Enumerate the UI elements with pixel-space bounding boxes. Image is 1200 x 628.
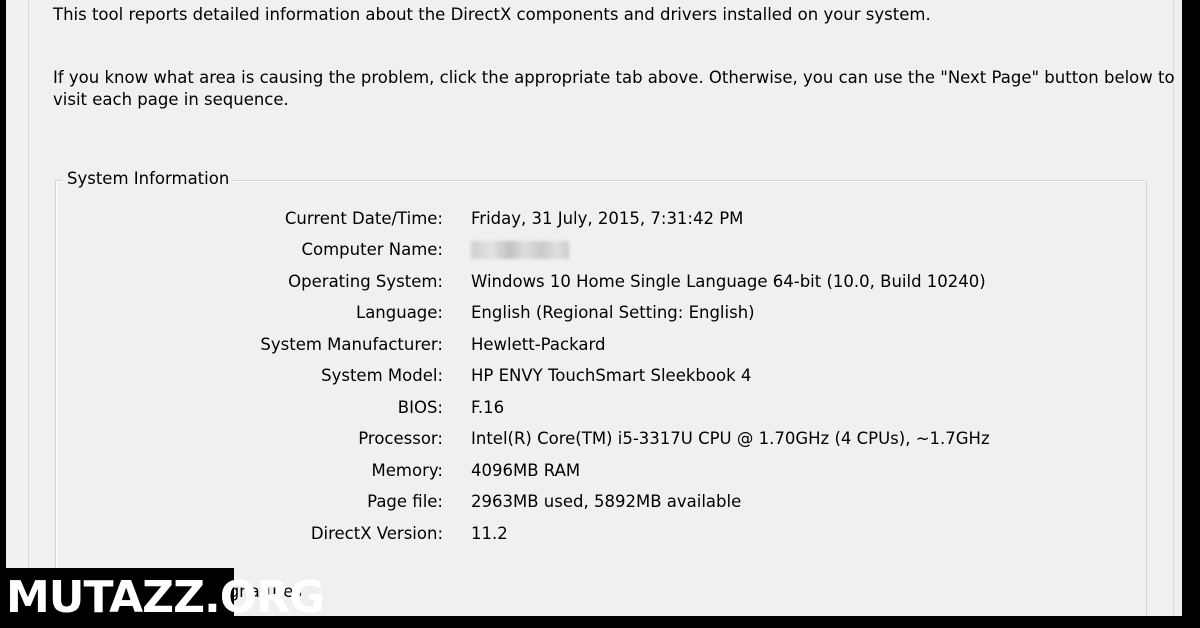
label-operating-system: Operating System: bbox=[288, 272, 443, 291]
label-current-date-time: Current Date/Time: bbox=[284, 209, 443, 228]
row-system-manufacturer: System Manufacturer: Hewlett-Packard bbox=[29, 333, 1129, 357]
row-computer-name: Computer Name: bbox=[29, 238, 1129, 262]
label-computer-name: Computer Name: bbox=[301, 240, 443, 259]
label-processor: Processor: bbox=[358, 429, 443, 448]
label-memory: Memory: bbox=[371, 461, 443, 480]
value-memory: 4096MB RAM bbox=[471, 461, 581, 480]
row-directx-version: DirectX Version: 11.2 bbox=[29, 522, 1129, 546]
row-language: Language: English (Regional Setting: Eng… bbox=[29, 301, 1129, 325]
value-system-model: HP ENVY TouchSmart Sleekbook 4 bbox=[471, 366, 752, 385]
value-language: English (Regional Setting: English) bbox=[471, 303, 755, 322]
instructions-text: If you know what area is causing the pro… bbox=[53, 68, 1175, 87]
blurred-redaction bbox=[471, 241, 569, 259]
dxdiag-window: This tool reports detailed information a… bbox=[6, 0, 1182, 616]
instructions-text-continued: visit each page in sequence. bbox=[53, 90, 289, 109]
label-bios: BIOS: bbox=[397, 398, 443, 417]
value-current-date-time: Friday, 31 July, 2015, 7:31:42 PM bbox=[471, 209, 744, 228]
label-language: Language: bbox=[356, 303, 443, 322]
value-directx-version: 11.2 bbox=[471, 524, 508, 543]
value-page-file: 2963MB used, 5892MB available bbox=[471, 492, 742, 511]
row-bios: BIOS: F.16 bbox=[29, 396, 1129, 420]
row-operating-system: Operating System: Windows 10 Home Single… bbox=[29, 270, 1129, 294]
system-information-title: System Information bbox=[63, 167, 234, 191]
system-tab-panel: This tool reports detailed information a… bbox=[28, 0, 1175, 616]
row-memory: Memory: 4096MB RAM bbox=[29, 459, 1129, 483]
label-directx-version: DirectX Version: bbox=[310, 524, 443, 543]
label-system-manufacturer: System Manufacturer: bbox=[260, 335, 443, 354]
value-operating-system: Windows 10 Home Single Language 64-bit (… bbox=[471, 272, 986, 291]
value-processor: Intel(R) Core(TM) i5-3317U CPU @ 1.70GHz… bbox=[471, 429, 990, 448]
label-page-file: Page file: bbox=[367, 492, 443, 511]
row-page-file: Page file: 2963MB used, 5892MB available bbox=[29, 490, 1129, 514]
label-system-model: System Model: bbox=[321, 366, 443, 385]
value-bios: F.16 bbox=[471, 398, 505, 417]
row-current-date-time: Current Date/Time: Friday, 31 July, 2015… bbox=[29, 207, 1129, 231]
intro-text: This tool reports detailed information a… bbox=[53, 5, 931, 24]
value-computer-name-redacted bbox=[471, 238, 569, 266]
screenshot-frame: This tool reports detailed information a… bbox=[0, 0, 1200, 628]
row-system-model: System Model: HP ENVY TouchSmart Sleekbo… bbox=[29, 364, 1129, 388]
watermark-logo: MUTAZZ.ORG bbox=[0, 568, 325, 628]
row-processor: Processor: Intel(R) Core(TM) i5-3317U CP… bbox=[29, 427, 1129, 451]
value-system-manufacturer: Hewlett-Packard bbox=[471, 335, 606, 354]
